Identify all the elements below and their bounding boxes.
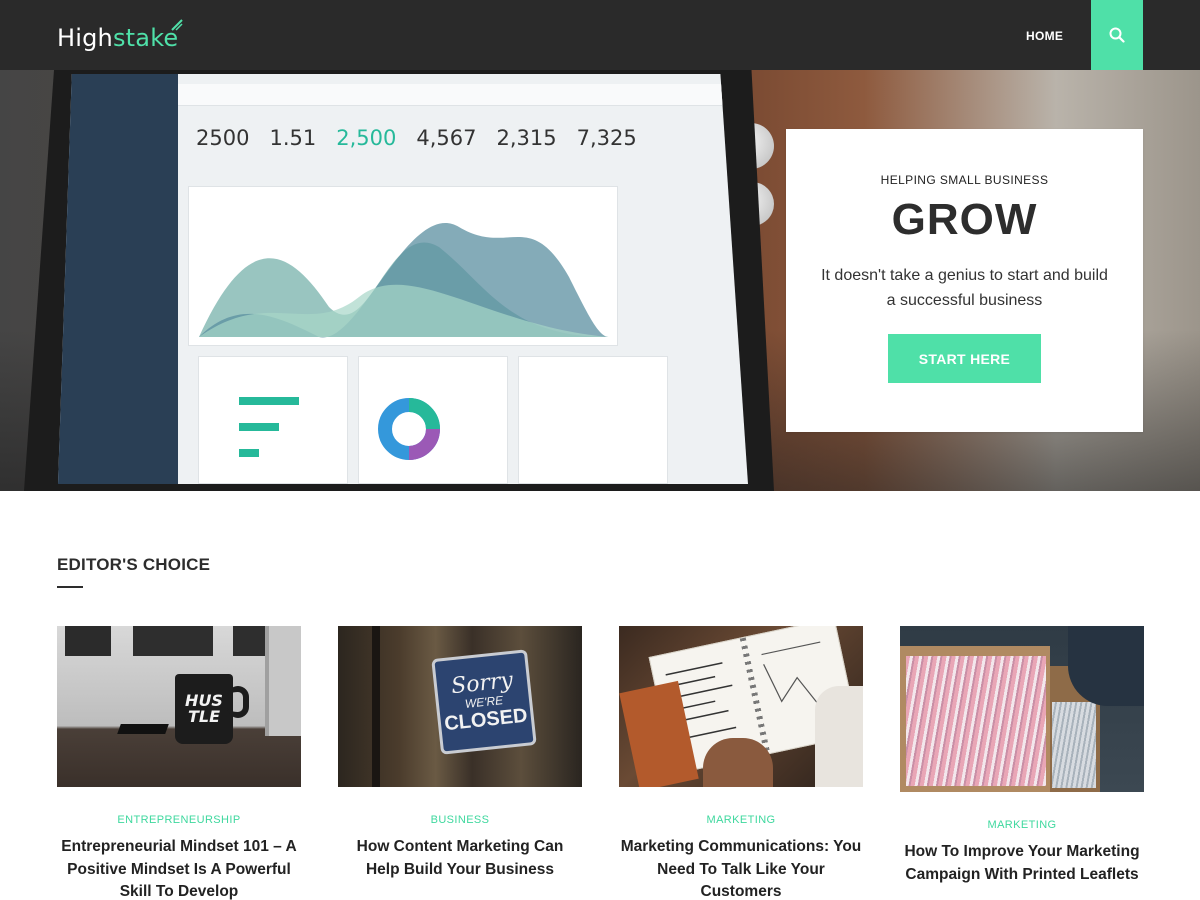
article-title[interactable]: How To Improve Your Marketing Campaign W… xyxy=(900,841,1144,886)
laptop-screen: 2500 1.51 2,500 4,567 2,315 7,325 xyxy=(58,74,748,484)
dashboard-area-chart xyxy=(188,186,618,346)
article-thumbnail[interactable]: HUS TLE xyxy=(57,626,301,787)
mug-image: HUS TLE xyxy=(175,674,233,744)
dashboard-sidebar xyxy=(58,74,178,484)
hero-description: It doesn't take a genius to start and bu… xyxy=(821,267,1108,309)
hero-banner: 2500 1.51 2,500 4,567 2,315 7,325 HELPIN… xyxy=(0,70,1200,491)
logo-tick-icon xyxy=(171,19,184,31)
search-icon xyxy=(1109,27,1125,43)
sign-text: Sorry xyxy=(450,667,515,700)
site-header: High stake HOME xyxy=(0,0,1200,70)
person-sleeve xyxy=(815,686,863,787)
section-divider xyxy=(57,586,83,588)
dashboard-stat: 1.51 xyxy=(269,126,317,150)
dashboard-stat: 4,567 xyxy=(416,126,477,150)
donut-chart-graphic xyxy=(378,398,440,460)
hand-with-pen xyxy=(703,738,773,787)
site-logo[interactable]: High stake xyxy=(57,19,184,52)
logo-text-accent: stake xyxy=(112,19,184,52)
article-category[interactable]: MARKETING xyxy=(900,819,1144,831)
dashboard-stat: 2,500 xyxy=(336,126,397,150)
dashboard-bar xyxy=(239,449,259,457)
person-arm xyxy=(1068,626,1144,706)
area-chart-graphic xyxy=(199,223,609,338)
files-stack xyxy=(1052,702,1096,788)
dashboard-stat: 7,325 xyxy=(576,126,637,150)
closed-sign-image: Sorry WE'RE CLOSED xyxy=(431,649,537,755)
window-frame xyxy=(372,626,380,787)
dashboard-bar xyxy=(239,423,279,431)
article-card[interactable]: HUS TLE ENTREPRENEURSHIP Entrepreneurial… xyxy=(57,626,301,900)
dashboard-panel xyxy=(198,356,348,484)
laptop-edge xyxy=(265,626,301,736)
article-category[interactable]: ENTREPRENEURSHIP xyxy=(57,814,301,826)
wall-frame xyxy=(133,626,213,656)
dashboard-bar xyxy=(239,397,299,405)
logo-text-primary: High xyxy=(57,24,113,52)
hero-kicker: HELPING SMALL BUSINESS xyxy=(880,173,1049,187)
dashboard-panel xyxy=(518,356,668,484)
article-card[interactable]: MARKETING How To Improve Your Marketing … xyxy=(900,626,1144,886)
article-thumbnail[interactable]: Sorry WE'RE CLOSED xyxy=(338,626,582,787)
dashboard-stats: 2500 1.51 2,500 4,567 2,315 7,325 xyxy=(196,126,637,150)
dashboard-stat: 2500 xyxy=(196,126,250,150)
article-category[interactable]: BUSINESS xyxy=(338,814,582,826)
article-category[interactable]: MARKETING xyxy=(619,814,863,826)
phone-image xyxy=(117,724,169,734)
article-card[interactable]: Sorry WE'RE CLOSED BUSINESS How Content … xyxy=(338,626,582,881)
wall-frame xyxy=(65,626,111,656)
nav-home-link[interactable]: HOME xyxy=(1026,29,1063,43)
hero-title: GROW xyxy=(891,195,1038,244)
article-title[interactable]: How Content Marketing Can Help Build You… xyxy=(338,836,582,881)
files-stack xyxy=(906,656,1046,786)
hero-card: HELPING SMALL BUSINESS GROW It doesn't t… xyxy=(786,129,1143,432)
article-title[interactable]: Entrepreneurial Mindset 101 – A Positive… xyxy=(57,836,301,900)
hero-laptop-image: 2500 1.51 2,500 4,567 2,315 7,325 xyxy=(24,70,774,491)
mug-text: TLE xyxy=(187,707,221,726)
dashboard-stat: 2,315 xyxy=(496,126,557,150)
article-thumbnail[interactable] xyxy=(900,626,1144,792)
article-card[interactable]: MARKETING Marketing Communications: You … xyxy=(619,626,863,900)
article-thumbnail[interactable] xyxy=(619,626,863,787)
dashboard-panel xyxy=(358,356,508,484)
article-title[interactable]: Marketing Communications: You Need To Ta… xyxy=(619,836,863,900)
section-title: EDITOR'S CHOICE xyxy=(57,555,211,574)
sign-text: CLOSED xyxy=(443,704,529,736)
search-button[interactable] xyxy=(1091,0,1143,70)
logo-text-accent-label: stake xyxy=(112,24,179,52)
mug-handle xyxy=(227,686,249,718)
start-here-button[interactable]: START HERE xyxy=(888,334,1041,383)
dashboard-topbar xyxy=(178,84,748,106)
